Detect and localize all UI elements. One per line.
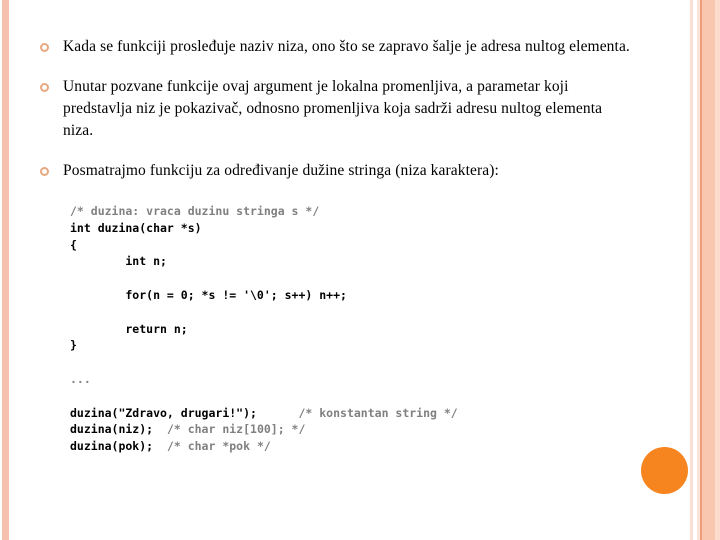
code-comment: /* char *pok */ — [166, 439, 271, 454]
code-line: for(n = 0; *s != '\0'; s++) n++; — [70, 287, 458, 304]
list-item: Posmatrajmo funkciju za određivanje duži… — [40, 160, 630, 182]
code-line: } — [70, 337, 458, 354]
code-token: int n; — [70, 254, 167, 269]
hollow-circle-bullet-icon — [40, 83, 49, 92]
code-comment: ... — [70, 371, 91, 386]
code-token: return n; — [70, 321, 188, 336]
code-line: duzina("Zdravo, drugari!"); /* konstanta… — [70, 405, 458, 422]
hollow-circle-bullet-icon — [40, 167, 49, 176]
code-token: duzina(pok); — [70, 439, 167, 454]
code-line: /* duzina: vraca duzinu stringa s */ — [70, 203, 458, 220]
hollow-circle-bullet-icon — [40, 43, 49, 52]
bullet-text: Unutar pozvane funkcije ovaj argument je… — [63, 78, 603, 139]
code-token: { — [70, 237, 77, 252]
code-line: return n; — [70, 321, 458, 338]
bullet-list: Kada se funkciji prosleđuje naziv niza, … — [40, 36, 630, 200]
right-accent-bar-edge — [715, 0, 720, 540]
list-item: Kada se funkciji prosleđuje naziv niza, … — [40, 36, 630, 58]
code-line: int duzina(char *s) — [70, 220, 458, 237]
code-line: duzina(pok); /* char *pok */ — [70, 438, 458, 455]
code-token: for(n = 0; *s != '\0'; s++) n++; — [70, 287, 347, 302]
bullet-text: Kada se funkciji prosleđuje naziv niza, … — [63, 38, 630, 55]
code-token: duzina(niz); — [70, 422, 167, 437]
code-token: int duzina(char *s) — [70, 220, 202, 235]
code-comment: /* duzina: vraca duzinu stringa s */ — [70, 204, 320, 218]
code-sample-block: /* duzina: vraca duzinu stringa s */ int … — [70, 203, 458, 455]
code-line: int n; — [70, 253, 458, 270]
left-accent-bar — [2, 0, 9, 540]
bullet-text: Posmatrajmo funkciju za određivanje duži… — [63, 162, 499, 179]
presentation-slide: Kada se funkciji prosleđuje naziv niza, … — [0, 0, 720, 540]
code-line: duzina(niz); /* char niz[100]; */ — [70, 421, 458, 438]
right-accent-bar-wide — [702, 0, 715, 540]
right-accent-bar-thin-1 — [690, 0, 693, 540]
code-token: } — [70, 338, 77, 353]
code-line: ... — [70, 371, 458, 388]
orange-circle-decoration — [641, 447, 688, 494]
list-item: Unutar pozvane funkcije ovaj argument je… — [40, 76, 630, 142]
code-token: duzina("Zdravo, drugari!"); — [70, 405, 299, 420]
code-comment: /* konstantan string */ — [298, 405, 458, 420]
code-line: { — [70, 237, 458, 254]
code-comment: /* char niz[100]; */ — [166, 422, 306, 437]
